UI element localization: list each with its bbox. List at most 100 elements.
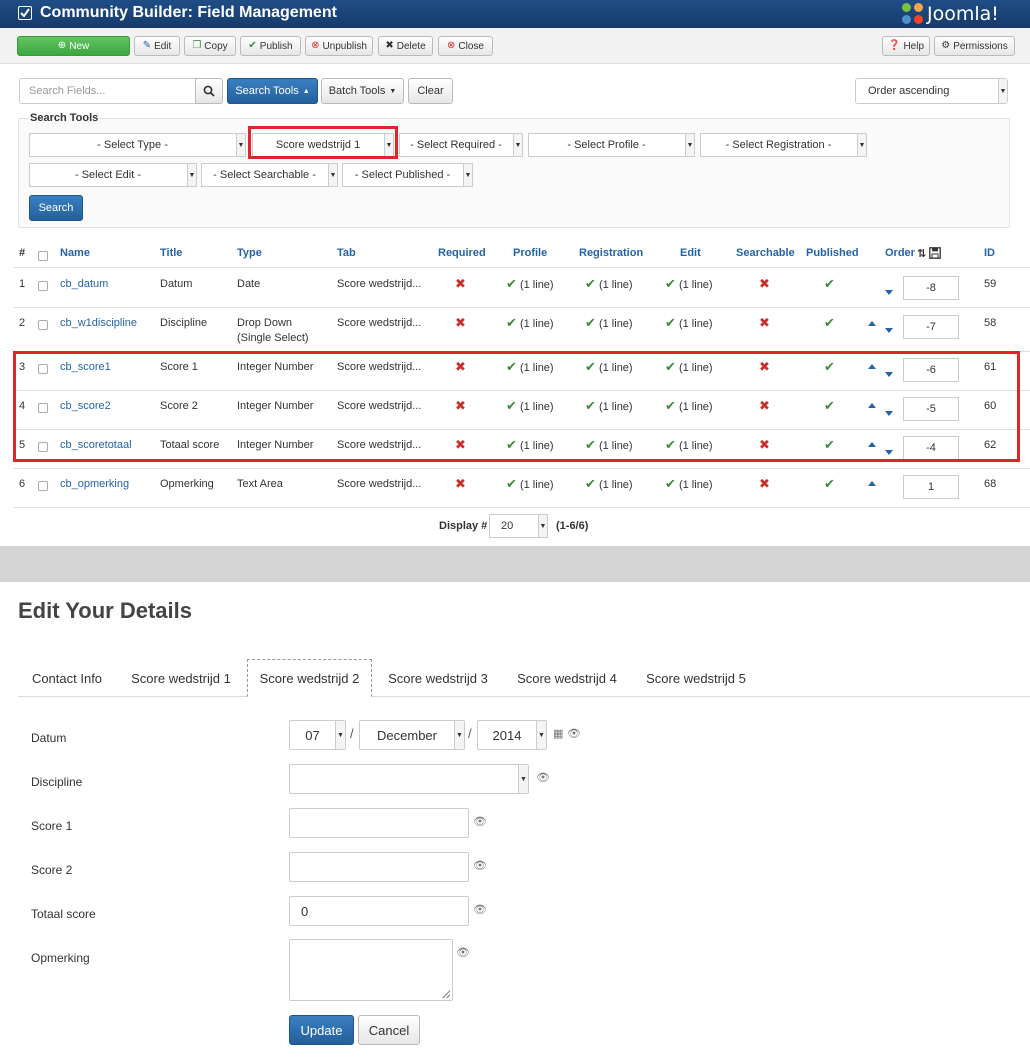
registration-status[interactable]: ✔ (1 line) (585, 477, 633, 492)
resize-handle-icon[interactable] (442, 990, 450, 998)
copy-button[interactable]: ❐ Copy (184, 36, 236, 56)
select-published[interactable]: - Select Published - ▼ (342, 163, 473, 187)
field-name-link[interactable]: cb_datum (60, 277, 108, 291)
select-required[interactable]: - Select Required - ▼ (399, 133, 523, 157)
tab-score-wedstrijd-1[interactable]: Score wedstrijd 1 (118, 659, 244, 697)
searchable-no-cross-icon[interactable]: ✖ (759, 277, 770, 291)
month-select[interactable]: December ▼ (359, 720, 465, 750)
total-score-input[interactable]: 0 (289, 896, 469, 926)
edit-status[interactable]: ✔ (1 line) (665, 477, 713, 492)
calendar-icon[interactable]: ▦ (553, 727, 563, 740)
unpublish-button[interactable]: ⊗ Unpublish (305, 36, 373, 56)
day-select[interactable]: 07 ▼ (289, 720, 346, 750)
batch-tools-button[interactable]: Batch Tools ▼ (321, 78, 404, 104)
select-registration[interactable]: - Select Registration - ▼ (700, 133, 867, 157)
order-input[interactable]: 1 (903, 475, 959, 499)
search-tools-button[interactable]: Search Tools ▲ (227, 78, 318, 104)
publish-button[interactable]: ✔ Publish (240, 36, 301, 56)
search-input[interactable]: Search Fields... (19, 78, 196, 104)
search-button[interactable]: Search (29, 195, 83, 221)
eye-icon: 👁 (473, 860, 487, 872)
check-icon: ✔ (665, 315, 676, 330)
clear-button[interactable]: Clear (408, 78, 453, 104)
move-up-icon[interactable] (868, 481, 876, 486)
cancel-button[interactable]: Cancel (358, 1015, 420, 1045)
delete-button[interactable]: ✖ Delete (378, 36, 433, 56)
select-searchable[interactable]: - Select Searchable - ▼ (201, 163, 338, 187)
chevron-down-icon: ▼ (518, 765, 528, 793)
tab-contact-info[interactable]: Contact Info (18, 659, 116, 697)
registration-status[interactable]: ✔ (1 line) (585, 316, 633, 331)
select-profile[interactable]: - Select Profile - ▼ (528, 133, 695, 157)
tab-score-wedstrijd-2[interactable]: Score wedstrijd 2 (247, 659, 372, 697)
field-name-link[interactable]: cb_w1discipline (60, 316, 137, 330)
published-check-icon[interactable]: ✔ (824, 316, 835, 330)
col-title[interactable]: Title (160, 247, 182, 259)
col-required[interactable]: Required (438, 247, 486, 259)
update-button[interactable]: Update (289, 1015, 354, 1045)
col-type[interactable]: Type (237, 247, 262, 259)
required-no-cross-icon[interactable]: ✖ (455, 316, 466, 330)
published-check-icon[interactable]: ✔ (824, 477, 835, 491)
searchable-no-cross-icon[interactable]: ✖ (759, 477, 770, 491)
col-registration[interactable]: Registration (579, 247, 643, 259)
remark-textarea[interactable] (289, 939, 453, 1001)
col-id[interactable]: ID (984, 247, 995, 259)
col-name[interactable]: Name (60, 247, 90, 259)
tab-score-wedstrijd-3[interactable]: Score wedstrijd 3 (375, 659, 501, 697)
score2-input[interactable] (289, 852, 469, 882)
row-checkbox[interactable] (38, 481, 48, 491)
year-select[interactable]: 2014 ▼ (477, 720, 547, 750)
search-icon-button[interactable] (195, 78, 223, 104)
required-no-cross-icon[interactable]: ✖ (455, 477, 466, 491)
profile-status[interactable]: ✔ (1 line) (506, 277, 554, 292)
required-no-cross-icon[interactable]: ✖ (455, 277, 466, 291)
profile-status[interactable]: ✔ (1 line) (506, 316, 554, 331)
move-down-icon[interactable] (885, 290, 893, 295)
select-edit[interactable]: - Select Edit - ▼ (29, 163, 197, 187)
row-checkbox[interactable] (38, 281, 48, 291)
col-profile[interactable]: Profile (513, 247, 547, 259)
order-select[interactable]: Order ascending ▼ (855, 78, 1008, 104)
plus-icon: ⊕ (57, 40, 67, 51)
move-up-icon[interactable] (868, 321, 876, 326)
order-input[interactable]: -7 (903, 315, 959, 339)
sort-icon[interactable]: ⇅ (917, 247, 926, 260)
close-button[interactable]: ⊗ Close (438, 36, 493, 56)
edit-button[interactable]: ✎ Edit (134, 36, 180, 56)
field-type-detail: (Single Select) (237, 332, 309, 344)
tab-score-wedstrijd-5[interactable]: Score wedstrijd 5 (633, 659, 759, 697)
edit-status[interactable]: ✔ (1 line) (665, 316, 713, 331)
row-checkbox[interactable] (38, 320, 48, 330)
registration-status[interactable]: ✔ (1 line) (585, 277, 633, 292)
edit-status[interactable]: ✔ (1 line) (665, 277, 713, 292)
col-tab[interactable]: Tab (337, 247, 356, 259)
row-number: 6 (19, 478, 26, 490)
field-name-link[interactable]: cb_opmerking (60, 477, 129, 491)
field-tab: Score wedstrijd... (337, 478, 422, 490)
col-edit[interactable]: Edit (680, 247, 701, 259)
pencil-icon: ✎ (142, 40, 152, 51)
col-published[interactable]: Published (806, 247, 859, 259)
save-order-icon[interactable] (929, 247, 941, 262)
field-title: Opmerking (160, 478, 214, 490)
score1-label: Score 1 (31, 819, 73, 833)
display-limit-select[interactable]: 20 ▼ (489, 514, 548, 538)
new-button[interactable]: ⊕ New (17, 36, 130, 56)
page-title: Community Builder: Field Management (40, 4, 337, 21)
help-button[interactable]: ❓ Help (882, 36, 930, 56)
published-check-icon[interactable]: ✔ (824, 277, 835, 291)
col-order[interactable]: Order (885, 247, 915, 259)
order-input[interactable]: -8 (903, 276, 959, 300)
select-type[interactable]: - Select Type - ▼ (29, 133, 246, 157)
col-searchable[interactable]: Searchable (736, 247, 795, 259)
profile-status[interactable]: ✔ (1 line) (506, 477, 554, 492)
discipline-select[interactable]: ▼ (289, 764, 529, 794)
permissions-button[interactable]: ⚙ Permissions (934, 36, 1015, 56)
close-circle-icon: ⊗ (447, 40, 456, 51)
score1-input[interactable] (289, 808, 469, 838)
tab-score-wedstrijd-4[interactable]: Score wedstrijd 4 (504, 659, 630, 697)
searchable-no-cross-icon[interactable]: ✖ (759, 316, 770, 330)
select-all-checkbox[interactable] (38, 251, 48, 261)
move-down-icon[interactable] (885, 328, 893, 333)
